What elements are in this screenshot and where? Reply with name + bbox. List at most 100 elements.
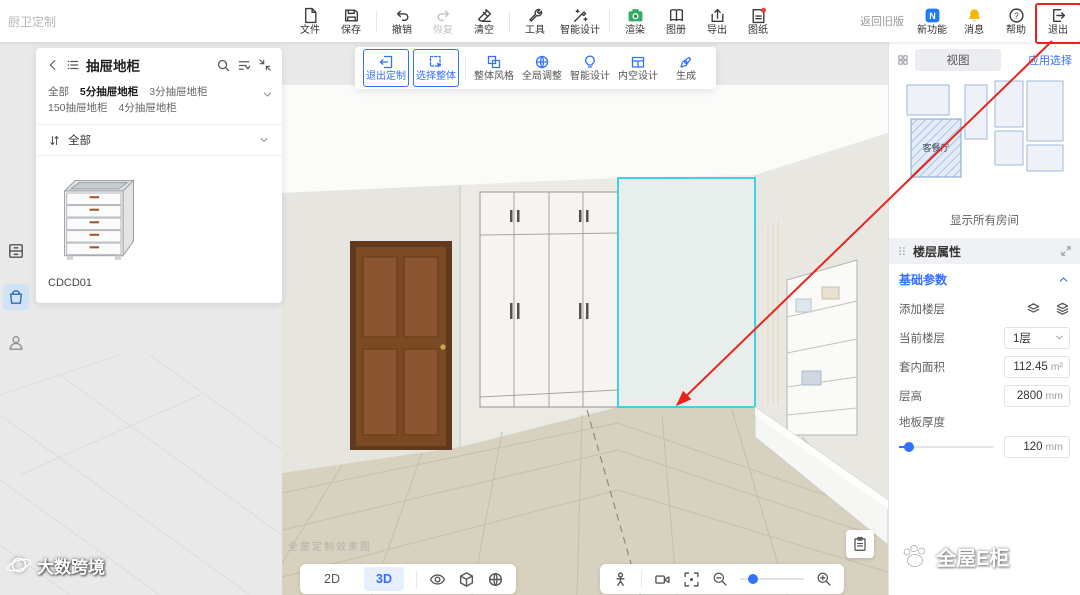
- category-all[interactable]: 全部: [48, 86, 69, 98]
- select-whole-button[interactable]: 选择整体: [413, 49, 459, 87]
- interior-design-icon: [631, 56, 645, 68]
- zoom-in-icon: [817, 572, 831, 586]
- bucket-dock-button[interactable]: [3, 284, 29, 310]
- thickness-label-row: 地板厚度: [899, 417, 945, 429]
- new-features-button[interactable]: N 新功能: [916, 0, 948, 42]
- exit-customization-button[interactable]: 退出定制: [363, 49, 409, 87]
- render-button[interactable]: 渲染: [619, 0, 651, 42]
- cabinet-dock-button[interactable]: [3, 238, 29, 264]
- category-menu-icon[interactable]: [66, 58, 80, 72]
- redo-button[interactable]: 恢复: [427, 0, 459, 42]
- toolbar-divider: [376, 10, 377, 32]
- top-left-watermark: 厨卫定制: [8, 15, 57, 29]
- interior-design-button[interactable]: 内空设计: [616, 50, 660, 86]
- panel-collapse-icon[interactable]: [258, 58, 272, 72]
- room-door[interactable]: [350, 241, 452, 450]
- customization-toolbar: 退出定制 选择整体 整体风格 全局调整 智能设计 内空设计 生成: [355, 47, 716, 89]
- sort-arrows-icon: [50, 135, 59, 145]
- current-floor-select[interactable]: 1层: [1004, 326, 1070, 349]
- floor-height-input[interactable]: 2800 mm: [1004, 384, 1070, 407]
- global-adjust-icon: [535, 55, 549, 69]
- person-dock-button[interactable]: [3, 330, 29, 356]
- global-adjust-button[interactable]: 全局调整: [520, 50, 564, 86]
- floor-plan-minimap[interactable]: 客餐厅: [895, 73, 1075, 203]
- environment-button[interactable]: [487, 571, 504, 588]
- album-icon: [669, 8, 683, 21]
- layers-stack-icon[interactable]: [1055, 301, 1070, 316]
- filter-dropdown[interactable]: 全部: [36, 124, 282, 156]
- mode-2d-button[interactable]: 2D: [312, 567, 352, 591]
- toolbar-divider: [609, 10, 610, 32]
- exit-icon: [1052, 8, 1065, 22]
- smart-design-button[interactable]: 智能设计: [560, 0, 600, 42]
- select-whole-icon: [429, 55, 442, 68]
- view-tab[interactable]: 视图: [915, 49, 1001, 71]
- album-button[interactable]: 图册: [660, 0, 692, 42]
- drawings-button[interactable]: 图纸: [742, 0, 774, 42]
- category-150[interactable]: 150抽屉地柜: [48, 102, 108, 114]
- drag-dots-icon: [899, 247, 905, 255]
- apply-selection-link[interactable]: 应用选择: [1028, 52, 1072, 68]
- clear-button[interactable]: 清空: [468, 0, 500, 42]
- mode-3d-button[interactable]: 3D: [364, 567, 404, 591]
- svg-text:N: N: [929, 11, 936, 21]
- sort-lines-icon[interactable]: [237, 58, 252, 73]
- wardrobe[interactable]: [479, 191, 619, 408]
- curtain[interactable]: [764, 218, 782, 407]
- product-thumbnail[interactable]: [48, 168, 148, 264]
- messages-button[interactable]: 消息: [958, 0, 990, 42]
- floor-thickness-input[interactable]: 120 mm: [1004, 436, 1070, 458]
- expand-icon[interactable]: [1060, 245, 1072, 257]
- orbit-logo-icon: [6, 557, 32, 573]
- smart-design-icon: [573, 8, 588, 22]
- back-chevron-icon[interactable]: [46, 58, 60, 72]
- categories-expand-chevron-icon[interactable]: [261, 88, 274, 101]
- focus-frame-button[interactable]: [683, 571, 700, 588]
- category-4fen[interactable]: 4分抽屉地柜: [118, 102, 176, 114]
- camera-view-button[interactable]: [654, 571, 671, 588]
- floor-thickness-slider[interactable]: [899, 442, 994, 452]
- zoom-out-button[interactable]: [712, 571, 728, 587]
- floor-properties-header[interactable]: 楼层属性: [889, 238, 1080, 264]
- layer-icon[interactable]: [1026, 301, 1041, 316]
- roam-button[interactable]: [612, 571, 629, 588]
- undo-button[interactable]: 撤销: [386, 0, 418, 42]
- help-button[interactable]: ? 帮助: [1000, 0, 1032, 42]
- drawings-icon: [751, 7, 766, 23]
- save-icon: [344, 8, 358, 22]
- video-camera-icon: [655, 574, 670, 584]
- area-input[interactable]: 112.45 m²: [1004, 355, 1070, 378]
- back-to-old-version-link[interactable]: 返回旧版: [860, 13, 904, 29]
- save-button[interactable]: 保存: [335, 0, 367, 42]
- exit-button[interactable]: 退出: [1042, 0, 1074, 42]
- zoom-slider[interactable]: [740, 574, 804, 584]
- visibility-button[interactable]: [429, 571, 446, 588]
- walking-person-icon: [616, 571, 625, 586]
- category-tabs: 全部 5分抽屉地柜 3分抽屉地柜 150抽屉地柜 4分抽屉地柜: [36, 82, 282, 124]
- shelf-niche[interactable]: [786, 259, 858, 436]
- 3d-viewport[interactable]: [282, 85, 888, 595]
- whole-style-button[interactable]: 整体风格: [472, 50, 516, 86]
- generate-button[interactable]: 生成: [664, 50, 708, 86]
- render-camera-icon: [628, 8, 642, 21]
- product-list: CDCD01: [36, 156, 282, 289]
- shelf-box: [801, 370, 822, 386]
- category-5fen[interactable]: 5分抽屉地柜: [80, 86, 138, 98]
- grid-icon[interactable]: [897, 54, 909, 66]
- notes-button[interactable]: [846, 530, 874, 558]
- shelf-box: [795, 298, 812, 313]
- zoom-in-button[interactable]: [816, 571, 832, 587]
- category-3fen[interactable]: 3分抽屉地柜: [149, 86, 207, 98]
- zoom-slider-thumb[interactable]: [747, 574, 758, 584]
- tools-button[interactable]: 工具: [519, 0, 551, 42]
- model-display-button[interactable]: [458, 571, 475, 588]
- smart-design-2-button[interactable]: 智能设计: [568, 50, 612, 86]
- export-button[interactable]: 导出: [701, 0, 733, 42]
- slider-thumb[interactable]: [903, 442, 914, 452]
- file-button[interactable]: 文件: [294, 0, 326, 42]
- basic-params-header[interactable]: 基础参数: [889, 264, 1080, 294]
- left-dock: [3, 238, 29, 356]
- floor-properties-title: 楼层属性: [913, 244, 962, 259]
- show-all-rooms-link[interactable]: 显示所有房间: [889, 212, 1080, 228]
- search-icon[interactable]: [216, 58, 231, 73]
